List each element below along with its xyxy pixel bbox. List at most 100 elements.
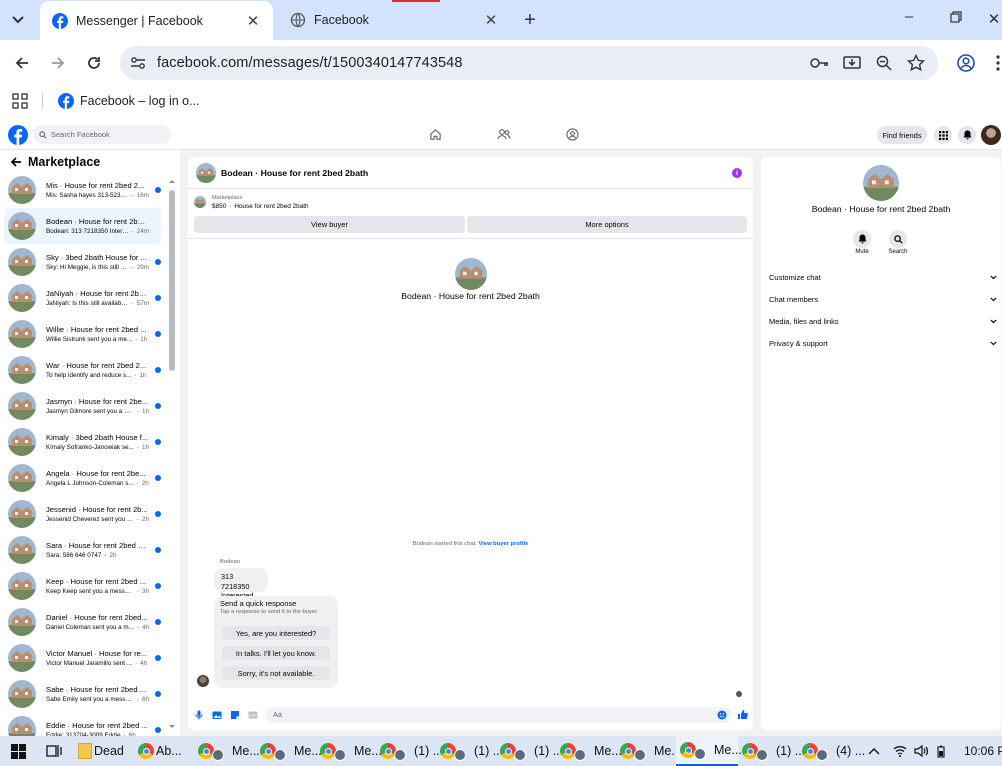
bookmark-facebook[interactable]: Facebook – log in o... xyxy=(58,93,200,109)
search-chat-button[interactable] xyxy=(889,230,907,248)
close-tab-icon[interactable]: ✕ xyxy=(483,11,499,29)
info-icon[interactable]: i xyxy=(732,168,742,178)
notifications-button[interactable] xyxy=(958,126,976,144)
address-bar[interactable]: facebook.com/messages/t/1500340147743548 xyxy=(120,46,938,80)
taskbar-app[interactable]: Me... xyxy=(616,736,682,766)
chevron-down-icon xyxy=(990,297,997,301)
taskbar-app[interactable]: Ab... xyxy=(134,736,194,766)
sidebar-scrollbar[interactable] xyxy=(168,178,176,734)
taskbar-app[interactable]: Me... xyxy=(316,736,382,766)
browser-menu-icon[interactable] xyxy=(996,55,1000,71)
conversation-item[interactable]: Bodean · House for rent 2bed ... Bodean: … xyxy=(4,208,161,244)
taskbar-app[interactable]: (1) ... xyxy=(496,736,563,766)
taskbar-app[interactable]: (1) ... xyxy=(436,736,503,766)
conversation-item[interactable]: Kimaly · 3bed 2bath House f... Kimaly Sof… xyxy=(4,424,161,460)
close-window-button[interactable]: ✕ xyxy=(982,10,1002,28)
install-app-icon[interactable] xyxy=(843,55,861,71)
zoom-out-icon[interactable] xyxy=(876,55,892,71)
view-buyer-button[interactable]: View buyer xyxy=(194,216,465,233)
facebook-logo-icon[interactable] xyxy=(8,125,28,145)
site-settings-icon[interactable] xyxy=(130,56,146,70)
details-avatar[interactable] xyxy=(863,165,899,201)
media-files-section[interactable]: Media, files and links xyxy=(769,314,997,328)
intro-avatar[interactable] xyxy=(455,258,487,290)
conversation-name: Jessenid · House for rent 2b... xyxy=(46,504,148,514)
customize-chat-section[interactable]: Customize chat xyxy=(769,270,997,284)
conversation-item[interactable]: JaNiyah · House for rent 2be... JaNiyah: … xyxy=(4,280,161,316)
tab-facebook[interactable]: Facebook ✕ xyxy=(278,0,511,40)
conversation-item[interactable]: Keep · House for rent 2bed ... Keep Keep … xyxy=(4,568,161,604)
menu-grid-button[interactable] xyxy=(934,126,952,144)
chat-title[interactable]: Bodean · House for rent 2bed 2bath xyxy=(221,168,368,178)
find-friends-button[interactable]: Find friends xyxy=(877,126,927,144)
conversation-preview: Sabe Emily sent you a messag... xyxy=(46,695,134,703)
forward-button[interactable] xyxy=(46,51,70,75)
close-tab-icon[interactable]: ✕ xyxy=(245,12,261,30)
conversation-item[interactable]: Daniel · House for rent 2bed... Daniel Co… xyxy=(4,604,161,640)
groups-icon[interactable] xyxy=(566,128,579,141)
more-options-button[interactable]: More options xyxy=(467,216,747,233)
conversation-item[interactable]: Jessenid · House for rent 2b... Jessenid … xyxy=(4,496,161,532)
sticker-icon[interactable] xyxy=(230,710,240,720)
mute-button[interactable] xyxy=(853,230,871,248)
taskbar-app[interactable]: (4) ... xyxy=(798,736,865,766)
url-text: facebook.com/messages/t/1500340147743548 xyxy=(157,55,463,71)
chevron-down-icon xyxy=(990,341,997,345)
quick-response-button[interactable]: In talks. I'll let you know. xyxy=(222,646,330,660)
windows-start-icon[interactable] xyxy=(11,743,26,759)
tab-search-button[interactable] xyxy=(6,10,30,30)
conversation-text: Kimaly · 3bed 2bath House f... Kimaly Sof… xyxy=(46,433,149,452)
minimize-button[interactable]: – xyxy=(897,8,921,25)
conversation-item[interactable]: Willie · House for rent 2bed ... Willie S… xyxy=(4,316,161,352)
conversation-item[interactable]: Mis · House for rent 2bed 2... Mis: Sasha… xyxy=(4,172,161,208)
conversation-item[interactable]: Jasmyn · House for rent 2be... Jasmyn Gil… xyxy=(4,388,161,424)
taskbar-app[interactable]: Me... xyxy=(676,736,742,766)
tab-messenger[interactable]: Messenger | Facebook ✕ xyxy=(40,1,273,40)
friends-icon[interactable] xyxy=(497,128,511,141)
taskbar-app[interactable]: (1) ... xyxy=(376,736,443,766)
apps-grid-icon[interactable] xyxy=(12,93,28,109)
thumbs-up-icon[interactable] xyxy=(737,709,748,720)
profile-icon[interactable] xyxy=(954,51,978,75)
task-view-icon[interactable] xyxy=(46,744,62,758)
chat-avatar[interactable] xyxy=(196,162,216,183)
conversation-item[interactable]: Sky · 3bed 2bath House for ... Sky: Hi Me… xyxy=(4,244,161,280)
home-icon[interactable] xyxy=(429,128,442,141)
conversation-item[interactable]: Victor Manuel · House for re... Victor Ma… xyxy=(4,640,161,676)
quick-response-button[interactable]: Yes, are you interested? xyxy=(222,626,330,640)
gif-icon[interactable]: GIF xyxy=(248,710,258,720)
view-profile-link[interactable]: View buyer profile xyxy=(478,541,528,547)
conversation-item[interactable]: War · House for rent 2bed 2... To help id… xyxy=(4,352,161,388)
facebook-search-input[interactable]: Search Facebook xyxy=(33,125,171,144)
photo-icon[interactable] xyxy=(212,710,222,720)
back-arrow-icon[interactable] xyxy=(10,156,22,168)
new-tab-button[interactable]: + xyxy=(518,10,542,30)
chat-members-section[interactable]: Chat members xyxy=(769,292,997,306)
account-avatar[interactable] xyxy=(981,125,1001,145)
privacy-support-section[interactable]: Privacy & support xyxy=(769,336,997,350)
back-button[interactable] xyxy=(10,51,34,75)
message-input[interactable]: Aa xyxy=(266,707,732,723)
conversation-item[interactable]: Angela · House for rent 2be... Angela L J… xyxy=(4,460,161,496)
microphone-icon[interactable] xyxy=(195,710,203,720)
password-key-icon[interactable] xyxy=(810,56,830,70)
reload-button[interactable] xyxy=(82,51,106,75)
restore-button[interactable] xyxy=(943,11,967,25)
quick-response-button[interactable]: Sorry, it's not available. xyxy=(222,666,330,680)
conversation-item[interactable]: Sara · House for rent 2bed 2b... Sara: 58… xyxy=(4,532,161,568)
sender-avatar[interactable] xyxy=(197,675,209,687)
taskbar-app[interactable]: Me... xyxy=(194,736,260,766)
chevron-up-icon[interactable] xyxy=(868,747,880,755)
taskbar-app[interactable]: Me... xyxy=(256,736,322,766)
clock[interactable]: 10:06 P xyxy=(964,744,1002,758)
volume-icon[interactable] xyxy=(914,745,928,757)
emoji-icon[interactable] xyxy=(717,710,727,720)
bookmark-star-icon[interactable] xyxy=(907,54,925,72)
taskbar-app[interactable]: Me... xyxy=(556,736,622,766)
battery-icon[interactable] xyxy=(937,745,945,758)
taskbar-app[interactable]: (1) ... xyxy=(738,736,805,766)
message-bubble[interactable]: 313 7218350 Interested xyxy=(214,568,268,600)
wifi-icon[interactable] xyxy=(893,745,907,757)
taskbar-app[interactable]: Dead xyxy=(74,736,134,766)
conversation-item[interactable]: Sabe · House for rent 2bed ... Sabe Emily… xyxy=(4,676,161,712)
